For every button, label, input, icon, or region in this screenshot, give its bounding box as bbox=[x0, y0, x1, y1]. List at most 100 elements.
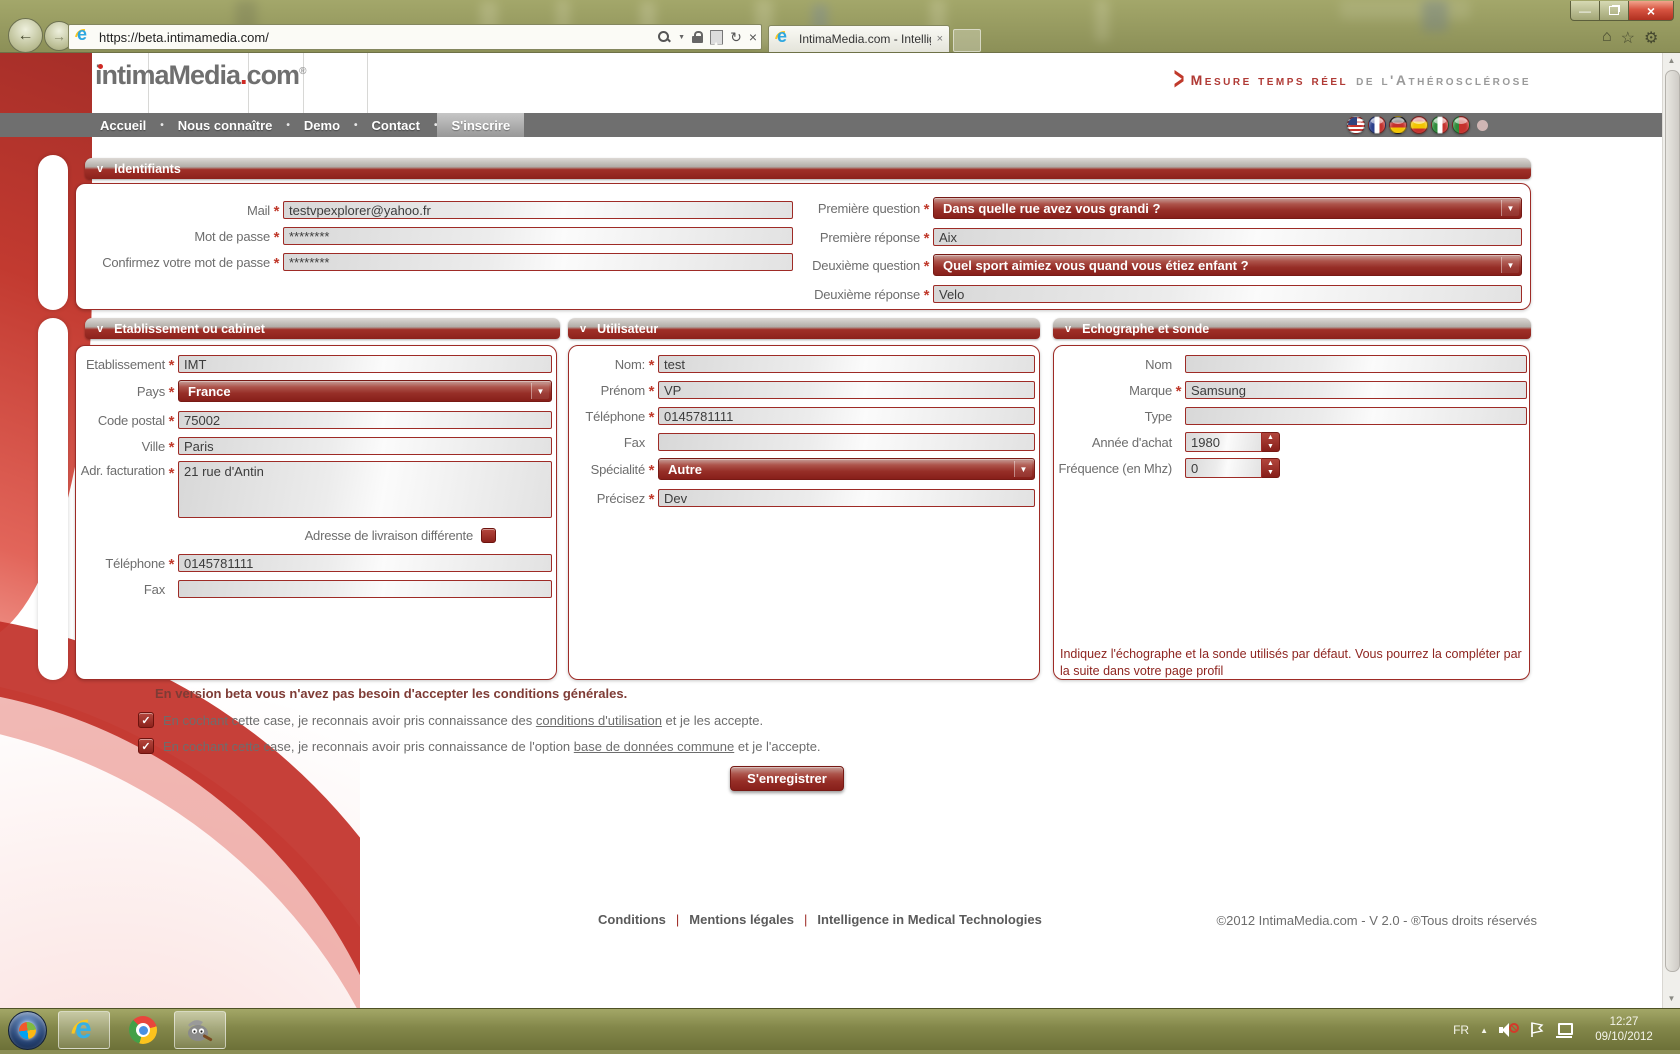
mail-input[interactable] bbox=[283, 201, 793, 219]
etab-telephone-input[interactable] bbox=[178, 554, 552, 572]
spin-up-icon[interactable]: ▲ bbox=[1267, 460, 1274, 467]
address-bar[interactable]: e https://beta.intimamedia.com/ ▼ ↻ × bbox=[68, 24, 762, 50]
hidden-icons-caret-icon[interactable]: ▲ bbox=[1480, 1026, 1488, 1035]
section-header-identifiants[interactable]: v Identifiants bbox=[85, 158, 1531, 179]
network-icon[interactable] bbox=[1555, 1023, 1573, 1038]
etab-fax-input[interactable] bbox=[178, 580, 552, 598]
nav-item-nous-connaitre[interactable]: Nous connaître bbox=[164, 113, 287, 137]
italy-flag-icon[interactable] bbox=[1431, 116, 1449, 134]
search-icon[interactable] bbox=[657, 30, 671, 44]
adr-facturation-textarea[interactable]: 21 rue d'Antin bbox=[178, 461, 552, 518]
spinner-buttons[interactable]: ▲ ▼ bbox=[1262, 458, 1280, 478]
precisez-input[interactable] bbox=[658, 489, 1035, 507]
scroll-down-icon[interactable]: ▼ bbox=[1663, 990, 1680, 1007]
collapse-icon[interactable]: v bbox=[97, 323, 103, 335]
volume-muted-icon[interactable] bbox=[1499, 1022, 1519, 1038]
pays-dropdown[interactable]: France ▼ bbox=[178, 380, 552, 402]
logo-red-dot bbox=[98, 64, 103, 69]
database-checkbox[interactable]: ✓ bbox=[138, 738, 154, 754]
tools-gear-icon[interactable]: ⚙ bbox=[1644, 28, 1658, 48]
taskbar-clock[interactable]: 12:27 09/10/2012 bbox=[1584, 1015, 1664, 1045]
nav-item-accueil[interactable]: Accueil bbox=[86, 113, 160, 137]
stop-icon[interactable]: × bbox=[749, 30, 757, 44]
chevron-down-icon[interactable]: ▼ bbox=[1501, 200, 1519, 216]
register-button[interactable]: S'enregistrer bbox=[730, 766, 844, 791]
section-header-utilisateur[interactable]: v Utilisateur bbox=[568, 318, 1040, 339]
different-delivery-checkbox[interactable] bbox=[481, 528, 496, 543]
section-header-etablissement[interactable]: v Etablissement ou cabinet bbox=[85, 318, 560, 339]
nom-input[interactable] bbox=[658, 355, 1035, 373]
conditions-checkbox[interactable]: ✓ bbox=[138, 712, 154, 728]
close-button[interactable]: × bbox=[1628, 1, 1674, 21]
user-telephone-input[interactable] bbox=[658, 407, 1035, 425]
footer-link-imt[interactable]: Intelligence in Medical Technologies bbox=[817, 912, 1041, 927]
site-logo[interactable]: intimaMedia.com® bbox=[95, 60, 306, 91]
conditions-utilisation-link[interactable]: conditions d'utilisation bbox=[536, 713, 662, 728]
nav-item-sinscrire[interactable]: S'inscrire bbox=[437, 113, 524, 137]
portugal-flag-icon[interactable] bbox=[1452, 116, 1470, 134]
marque-input[interactable] bbox=[1185, 381, 1527, 399]
spin-down-icon[interactable]: ▼ bbox=[1267, 443, 1274, 450]
base-donnees-link[interactable]: base de données commune bbox=[574, 739, 734, 754]
page-scrollbar[interactable]: ▲ ▼ bbox=[1662, 52, 1680, 1008]
user-fax-input[interactable] bbox=[658, 433, 1035, 451]
nav-item-demo[interactable]: Demo bbox=[290, 113, 354, 137]
type-input[interactable] bbox=[1185, 407, 1527, 425]
back-arrow-icon: ← bbox=[18, 27, 34, 45]
purchase-year-input[interactable] bbox=[1185, 432, 1262, 452]
taskbar-ie-button[interactable]: e bbox=[58, 1011, 110, 1049]
france-flag-icon[interactable] bbox=[1368, 116, 1386, 134]
minimize-button[interactable]: — bbox=[1570, 1, 1600, 21]
ville-input[interactable] bbox=[178, 437, 552, 455]
favorites-star-icon[interactable]: ☆ bbox=[1621, 28, 1635, 48]
frequency-input[interactable] bbox=[1185, 458, 1262, 478]
spinner-buttons[interactable]: ▲ ▼ bbox=[1262, 432, 1280, 452]
language-indicator[interactable]: FR bbox=[1453, 1023, 1469, 1037]
chevron-down-icon[interactable]: ▼ bbox=[531, 383, 549, 399]
second-question-dropdown[interactable]: Quel sport aimiez vous quand vous étiez … bbox=[933, 254, 1522, 276]
first-question-dropdown[interactable]: Dans quelle rue avez vous grandi ? ▼ bbox=[933, 197, 1522, 219]
confirm-password-input[interactable] bbox=[283, 253, 793, 271]
scrollbar-thumb[interactable] bbox=[1665, 70, 1680, 972]
code-postal-label: Code postal bbox=[60, 413, 165, 428]
echo-nom-input[interactable] bbox=[1185, 355, 1527, 373]
spin-down-icon[interactable]: ▼ bbox=[1267, 469, 1274, 476]
spin-up-icon[interactable]: ▲ bbox=[1267, 434, 1274, 441]
taskbar-chrome-button[interactable] bbox=[120, 1011, 166, 1049]
refresh-icon[interactable]: ↻ bbox=[730, 30, 742, 44]
home-icon[interactable]: ⌂ bbox=[1602, 28, 1612, 48]
browser-tab[interactable]: e IntimaMedia.com - Intellig... × bbox=[768, 25, 950, 52]
second-answer-input[interactable] bbox=[933, 285, 1522, 303]
first-answer-label: Première réponse bbox=[760, 230, 920, 245]
collapse-icon[interactable]: v bbox=[1065, 323, 1071, 335]
code-postal-input[interactable] bbox=[178, 411, 552, 429]
search-caret-icon[interactable]: ▼ bbox=[678, 34, 685, 41]
url-text[interactable]: https://beta.intimamedia.com/ bbox=[99, 30, 657, 45]
footer-link-conditions[interactable]: Conditions bbox=[598, 912, 666, 927]
nav-item-contact[interactable]: Contact bbox=[358, 113, 434, 137]
back-button[interactable]: ← bbox=[8, 18, 43, 53]
password-input[interactable] bbox=[283, 227, 793, 245]
tab-close-icon[interactable]: × bbox=[937, 33, 943, 45]
start-button[interactable] bbox=[8, 1011, 47, 1050]
germany-flag-icon[interactable] bbox=[1389, 116, 1407, 134]
specialite-dropdown[interactable]: Autre ▼ bbox=[658, 458, 1035, 480]
spain-flag-icon[interactable] bbox=[1410, 116, 1428, 134]
first-answer-input[interactable] bbox=[933, 228, 1522, 246]
etablissement-input[interactable] bbox=[178, 355, 552, 373]
prenom-input[interactable] bbox=[658, 381, 1035, 399]
action-center-flag-icon[interactable] bbox=[1530, 1022, 1544, 1038]
tab-title[interactable]: IntimaMedia.com - Intellig... bbox=[799, 32, 931, 46]
collapse-icon[interactable]: v bbox=[97, 163, 103, 175]
restore-button[interactable] bbox=[1600, 1, 1628, 21]
chevron-down-icon[interactable]: ▼ bbox=[1501, 257, 1519, 273]
system-tray: FR ▲ 12:27 09/10/2012 bbox=[1453, 1009, 1664, 1051]
footer-link-mentions[interactable]: Mentions légales bbox=[689, 912, 794, 927]
collapse-icon[interactable]: v bbox=[580, 323, 586, 335]
scroll-up-icon[interactable]: ▲ bbox=[1663, 52, 1680, 69]
compatibility-view-icon[interactable] bbox=[710, 30, 723, 45]
new-tab-button[interactable] bbox=[953, 29, 981, 52]
us-flag-icon[interactable] bbox=[1347, 116, 1365, 134]
section-header-echographe[interactable]: v Echographe et sonde bbox=[1053, 318, 1531, 339]
taskbar-gimp-button[interactable] bbox=[174, 1011, 226, 1049]
